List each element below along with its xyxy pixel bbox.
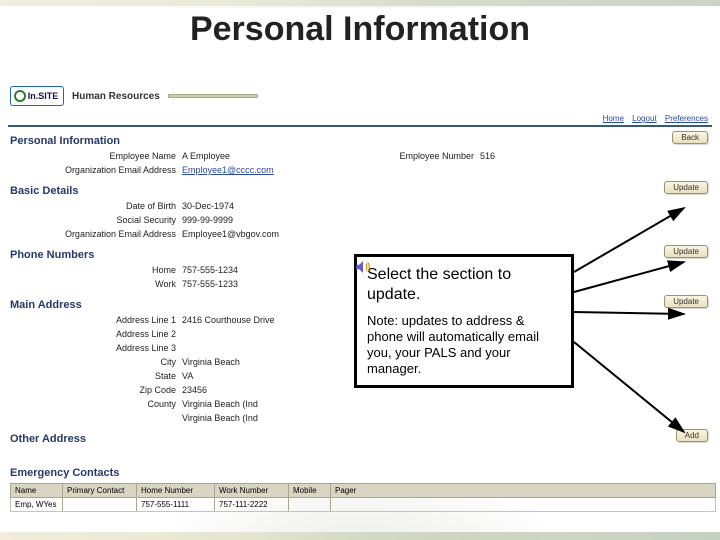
work-phone-label: Work	[12, 277, 182, 291]
preferences-link[interactable]: Preferences	[665, 114, 708, 123]
ssn-label: Social Security	[12, 213, 182, 227]
home-link[interactable]: Home	[603, 114, 624, 123]
col-primary: Primary Contact	[63, 484, 137, 497]
city-label: City	[12, 355, 182, 369]
back-button[interactable]: Back	[672, 131, 708, 144]
emp-num-label: Employee Number	[230, 149, 480, 163]
county-label: County	[12, 397, 182, 411]
cell-mobile	[289, 498, 331, 511]
logout-link[interactable]: Logout	[632, 114, 656, 123]
addr-l1-label: Address Line 1	[12, 313, 182, 327]
county-extra-value: Virginia Beach (Ind	[182, 411, 258, 425]
add-address-button[interactable]: Add	[676, 429, 708, 442]
callout-note: Note: updates to address & phone will au…	[367, 313, 561, 377]
emp-num-value: 516	[480, 149, 495, 163]
city-value: Virginia Beach	[182, 355, 240, 369]
col-name: Name	[11, 484, 63, 497]
speaker-icon	[354, 258, 372, 276]
col-mobile: Mobile	[289, 484, 331, 497]
callout-heading: Select the section to update.	[367, 265, 561, 305]
emp-name-value: A Employee	[182, 149, 230, 163]
update-address-button[interactable]: Update	[664, 295, 708, 308]
state-value: VA	[182, 369, 193, 383]
logo-text: In.SITE	[28, 91, 59, 101]
org-email-label: Organization Email Address	[12, 163, 182, 177]
home-phone-value: 757-555-1234	[182, 263, 238, 277]
app-screenshot: In.SITE Human Resources Home Logout Pref…	[4, 82, 716, 492]
dob-value: 30-Dec-1974	[182, 199, 234, 213]
emergency-table: Name Primary Contact Home Number Work Nu…	[10, 483, 716, 512]
addr-l3-label: Address Line 3	[12, 341, 182, 355]
instruction-callout: Select the section to update. Note: upda…	[354, 254, 574, 388]
state-label: State	[12, 369, 182, 383]
section-other-address-title: Other Address	[4, 429, 716, 447]
basic-org-email-value: Employee1@vbgov.com	[182, 227, 279, 241]
home-phone-label: Home	[12, 263, 182, 277]
section-personal-title: Personal Information	[4, 131, 716, 149]
module-label: Human Resources	[72, 91, 160, 102]
top-links: Home Logout Preferences	[4, 112, 716, 125]
update-basic-button[interactable]: Update	[664, 181, 708, 194]
cell-home: 757-555-1111	[137, 498, 215, 511]
addr-l1-value: 2416 Courthouse Drive	[182, 313, 275, 327]
cell-pager	[331, 498, 369, 511]
table-row: Emp, WYes 757-555-1111 757-111-2222	[10, 498, 716, 512]
dob-label: Date of Birth	[12, 199, 182, 213]
cell-work: 757-111-2222	[215, 498, 289, 511]
basic-org-email-label: Organization Email Address	[12, 227, 182, 241]
module-bar	[168, 94, 258, 98]
slide-title: Personal Information	[0, 10, 720, 49]
county-value: Virginia Beach (Ind	[182, 397, 258, 411]
zip-label: Zip Code	[12, 383, 182, 397]
emp-name-label: Employee Name	[12, 149, 182, 163]
logo: In.SITE	[10, 86, 64, 106]
col-pager: Pager	[331, 484, 369, 497]
section-emergency-title: Emergency Contacts	[4, 463, 716, 481]
ssn-value: 999-99-9999	[182, 213, 233, 227]
work-phone-value: 757-555-1233	[182, 277, 238, 291]
col-home: Home Number	[137, 484, 215, 497]
section-basic-title: Basic Details	[4, 181, 716, 199]
update-phone-button[interactable]: Update	[664, 245, 708, 258]
org-email-link[interactable]: Employee1@cccc.com	[182, 165, 274, 175]
addr-l2-label: Address Line 2	[12, 327, 182, 341]
zip-value: 23456	[182, 383, 207, 397]
cell-primary	[63, 498, 137, 511]
cell-name: Emp, WYes	[11, 498, 63, 511]
col-work: Work Number	[215, 484, 289, 497]
